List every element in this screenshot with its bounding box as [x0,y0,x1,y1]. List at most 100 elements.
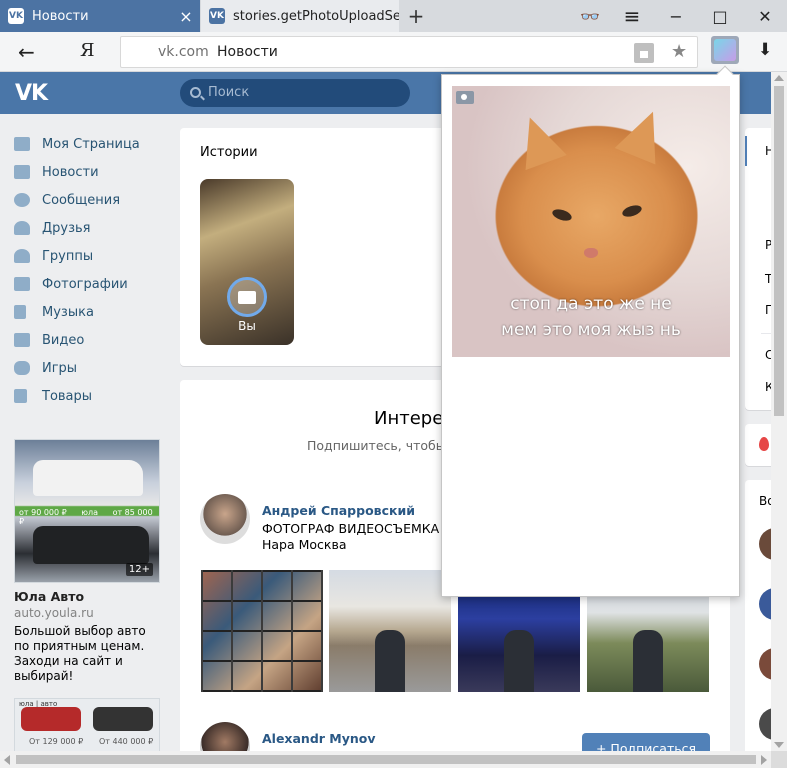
horizontal-scrollbar[interactable] [0,751,771,768]
age-badge: 12+ [125,563,153,576]
browser-menu-button[interactable]: ≡ [612,0,652,32]
gamepad-icon [14,361,30,375]
tab-title: stories.getPhotoUploadServer [233,8,399,24]
sidebar-item-label: Группы [42,248,94,264]
meme-caption-line: стоп да это же не [510,294,672,314]
ad-brand: юла [81,508,99,517]
extension-logo-icon [714,39,736,61]
ad-price-left: от 90 000 ₽ [19,508,67,517]
sidebar-item-label: Музыка [42,304,94,320]
ad-block-2[interactable]: юла | авто От 129 000 ₽ От 440 000 ₽ [14,698,160,754]
extension-icon[interactable] [711,36,739,64]
scrollbar-thumb[interactable] [16,755,756,764]
scroll-down-arrow-icon[interactable] [774,742,784,748]
sidebar-item-games[interactable]: Игры [14,354,164,382]
vk-favicon-icon: VK [209,8,225,24]
new-tab-button[interactable]: + [404,4,428,28]
sidebar-item-my-page[interactable]: Моя Страница [14,130,164,158]
incognito-mask-icon[interactable]: 👓 [570,0,610,32]
story-label: Вы [238,319,256,333]
person-name[interactable]: Андрей Спарровский [262,503,415,518]
right-card-fire[interactable] [745,424,771,466]
download-icon[interactable]: ⬇ [758,40,772,60]
scroll-right-arrow-icon[interactable] [761,755,767,765]
sidebar-item-label: Друзья [42,220,91,236]
left-menu: Моя Страница Новости Сообщения Друзья Гр… [14,130,164,410]
window-close-button[interactable]: ✕ [745,0,785,32]
red-car-image [21,707,81,731]
sidebar-item-groups[interactable]: Группы [14,242,164,270]
camera-icon [14,277,30,291]
camera-icon[interactable] [227,277,267,317]
right-menu-card: Н Р Т П С К [745,128,771,410]
sidebar-item-label: Видео [42,332,85,348]
avatar[interactable] [759,648,771,680]
tab-news[interactable]: VK Новости × [0,0,200,32]
camera-icon[interactable] [456,91,474,104]
vk-logo[interactable]: VK [15,81,48,106]
maximize-button[interactable]: □ [700,0,740,32]
url-page-title: Новости [217,44,278,60]
ad-description: Большой выбор авто по приятным ценам. За… [14,624,146,683]
stories-title: Истории [200,145,258,160]
scrollbar-thumb[interactable] [774,86,784,416]
url-field[interactable]: vk.com Новости ★ [120,36,698,68]
vertical-scrollbar[interactable] [771,72,787,751]
close-icon[interactable]: × [178,7,194,26]
photo-thumbnail[interactable] [329,570,451,692]
cat-nose [584,248,598,258]
yandex-button[interactable]: Я [80,40,95,61]
person-location: Нара Москва [262,537,347,552]
tab-stories-upload[interactable]: VK stories.getPhotoUploadServer [201,0,399,32]
fire-icon [759,437,769,451]
sidebar-item-goods[interactable]: Товары [14,382,164,410]
back-arrow-icon[interactable]: ← [18,40,35,64]
person-description: ФОТОГРАФ ВИДЕОСЪЕМКА С [262,521,452,536]
avatar[interactable] [759,528,771,560]
sidebar-item-video[interactable]: Видео [14,326,164,354]
ad-price-strip: от 90 000 ₽ юла от 85 000 ₽ [19,508,159,526]
vk-favicon-icon: VK [8,8,24,24]
sidebar-item-label: Игры [42,360,78,376]
sidebar-item-photos[interactable]: Фотографии [14,270,164,298]
sidebar-item-label: Товары [42,388,93,404]
black-car-image [33,526,149,564]
photo-thumbnail[interactable] [201,570,323,692]
search-icon [190,87,201,98]
ad-domain[interactable]: auto.youla.ru [14,606,160,620]
white-car-image [33,460,143,496]
groups-icon [14,249,30,263]
music-icon [14,305,26,319]
sidebar-item-music[interactable]: Музыка [14,298,164,326]
ad-image[interactable]: от 90 000 ₽ юла от 85 000 ₽ 12+ [14,439,160,583]
sidebar-item-friends[interactable]: Друзья [14,214,164,242]
minimize-button[interactable]: − [656,0,696,32]
ad2-price-left: От 129 000 ₽ [29,737,84,746]
extension-popup: стоп да это же не мем это моя жыз нь [441,65,740,597]
avatar[interactable] [759,708,771,740]
own-story[interactable]: Вы [200,179,294,345]
sidebar-item-messages[interactable]: Сообщения [14,186,164,214]
cat-ear [614,103,674,165]
person-name[interactable]: Alexandr Mynov [262,731,376,746]
avatar[interactable] [759,588,771,620]
video-icon [14,333,30,347]
scroll-left-arrow-icon[interactable] [4,755,10,765]
meme-image[interactable]: стоп да это же не мем это моя жыз нь [452,86,730,357]
cat-ear [509,109,567,171]
ad-title[interactable]: Юла Авто [14,589,160,604]
browser-tab-bar: VK Новости × VK stories.getPhotoUploadSe… [0,0,787,32]
ad-block[interactable]: от 90 000 ₽ юла от 85 000 ₽ 12+ Юла Авто… [14,439,160,684]
active-accent [745,136,747,166]
sidebar-item-news[interactable]: Новости [14,158,164,186]
divider [761,333,771,334]
cat-eye [550,207,574,223]
avatar[interactable] [200,494,250,544]
scrollbar-corner [771,751,787,768]
lock-icon[interactable] [634,43,654,63]
tab-title: Новости [32,8,89,24]
ad2-price-right: От 440 000 ₽ [99,737,154,746]
star-icon[interactable]: ★ [671,41,687,62]
search-input[interactable]: Поиск [180,79,410,107]
scroll-up-arrow-icon[interactable] [774,75,784,81]
